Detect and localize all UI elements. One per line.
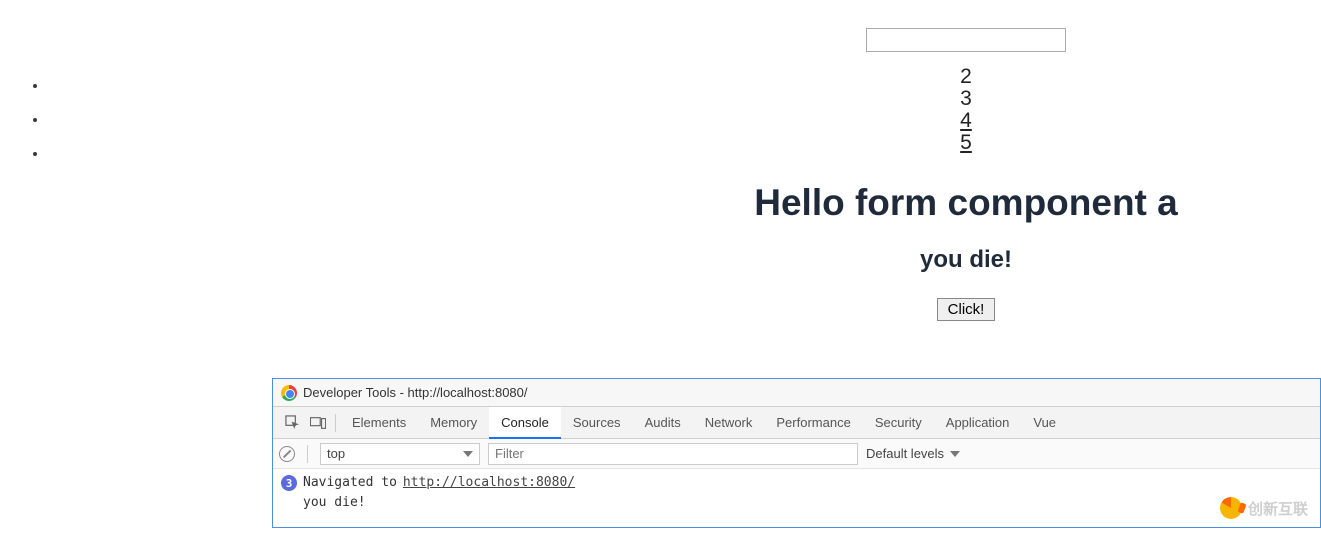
- tab-audits[interactable]: Audits: [633, 407, 693, 439]
- context-select[interactable]: top: [320, 443, 480, 465]
- tab-performance[interactable]: Performance: [764, 407, 862, 439]
- devtools-titlebar: Developer Tools - http://localhost:8080/: [273, 379, 1320, 407]
- left-bullet-list: [28, 78, 48, 180]
- list-item[interactable]: 2: [611, 66, 1321, 88]
- log-nav-row: 3 Navigated to http://localhost:8080/: [281, 473, 1312, 493]
- levels-label: Default levels: [866, 446, 944, 461]
- clear-console-icon[interactable]: [279, 446, 295, 462]
- filter-input[interactable]: [488, 443, 858, 465]
- tab-vue[interactable]: Vue: [1021, 407, 1068, 439]
- number-list: 2 3 4 5: [611, 66, 1321, 154]
- divider: [335, 414, 336, 432]
- list-item[interactable]: 3: [611, 88, 1321, 110]
- sub-heading: you die!: [611, 246, 1321, 274]
- click-button[interactable]: Click!: [937, 298, 996, 321]
- divider: [307, 445, 308, 463]
- log-text: Navigated to: [303, 473, 397, 493]
- list-item[interactable]: 5: [611, 132, 1321, 154]
- device-toggle-icon[interactable]: [305, 410, 331, 436]
- inspect-icon[interactable]: [279, 410, 305, 436]
- log-message: you die!: [281, 493, 1312, 513]
- console-toolbar: top Default levels: [273, 439, 1320, 469]
- log-levels-select[interactable]: Default levels: [866, 446, 960, 461]
- text-input[interactable]: [866, 28, 1066, 52]
- repeat-count-badge: 3: [281, 475, 297, 491]
- tab-elements[interactable]: Elements: [340, 407, 418, 439]
- context-label: top: [327, 446, 345, 461]
- component-heading: Hello form component a: [611, 182, 1321, 224]
- list-item[interactable]: 4: [611, 110, 1321, 132]
- log-url[interactable]: http://localhost:8080/: [403, 473, 575, 493]
- tab-sources[interactable]: Sources: [561, 407, 633, 439]
- chevron-down-icon: [950, 451, 960, 457]
- devtools-panel: Developer Tools - http://localhost:8080/…: [272, 378, 1321, 528]
- tab-memory[interactable]: Memory: [418, 407, 489, 439]
- devtools-tabbar: Elements Memory Console Sources Audits N…: [273, 407, 1320, 439]
- chevron-down-icon: [463, 451, 473, 457]
- app-page: 2 3 4 5 Hello form component a you die! …: [0, 0, 1321, 378]
- tab-security[interactable]: Security: [863, 407, 934, 439]
- chrome-icon: [281, 385, 297, 401]
- tab-network[interactable]: Network: [693, 407, 765, 439]
- devtools-title: Developer Tools - http://localhost:8080/: [303, 385, 528, 400]
- tab-console[interactable]: Console: [489, 407, 561, 439]
- tab-application[interactable]: Application: [934, 407, 1022, 439]
- main-column: 2 3 4 5 Hello form component a you die! …: [611, 0, 1321, 321]
- console-log: 3 Navigated to http://localhost:8080/ yo…: [273, 469, 1320, 527]
